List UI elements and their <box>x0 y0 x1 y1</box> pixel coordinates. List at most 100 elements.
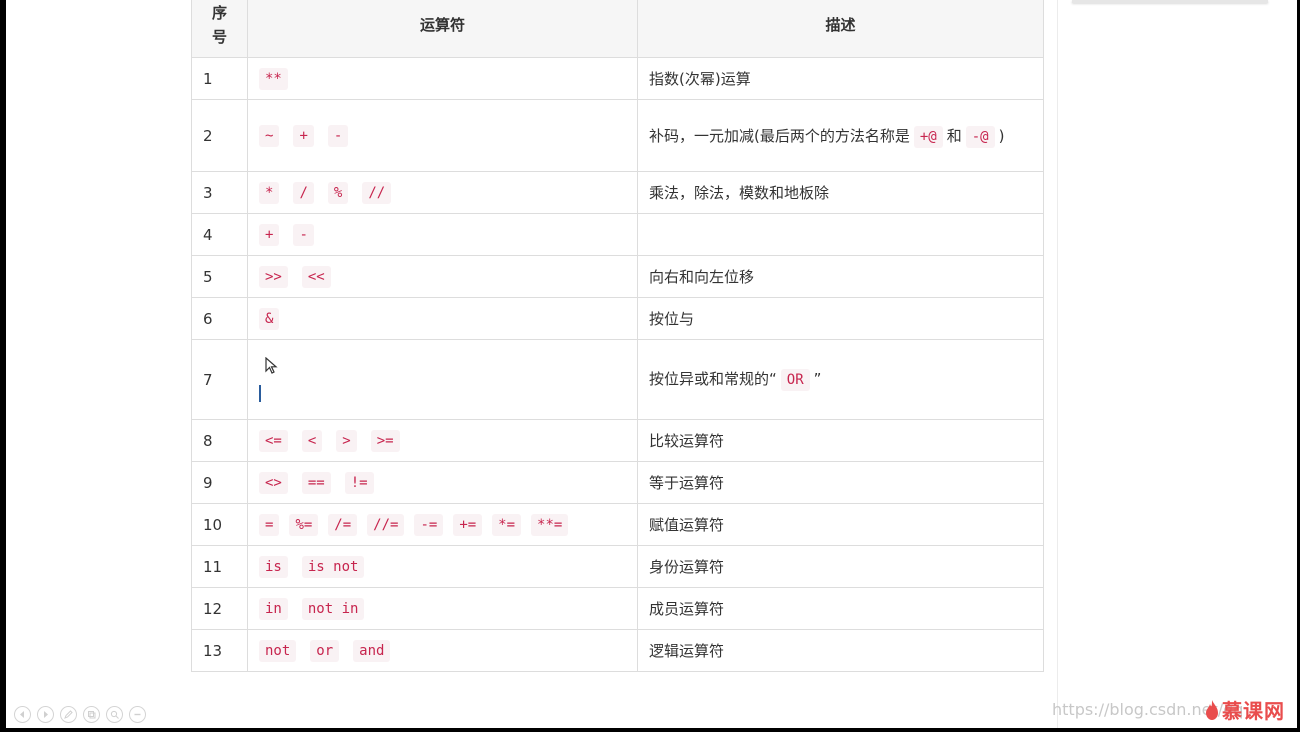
operator-code: *= <box>492 513 522 536</box>
header-operator: 运算符 <box>247 0 638 58</box>
operator-code: not <box>259 639 297 662</box>
operator-code: = <box>259 513 280 536</box>
operator-code: <> <box>259 471 288 494</box>
operator-precedence-table: 序 号 运算符 描述 1 ** 指数(次幂)运算 2 ~ + - 补码，一元加减… <box>191 0 1044 672</box>
table-row: 2 ~ + - 补码，一元加减(最后两个的方法名称是 +@ 和 -@) <box>191 99 1044 172</box>
row-description: 补码，一元加减(最后两个的方法名称是 +@ 和 -@) <box>637 99 1044 172</box>
inline-code: -@ <box>965 125 995 148</box>
table-row: 11 is is not 身份运算符 <box>191 545 1044 588</box>
row-index: 7 <box>191 339 248 420</box>
table-row: 13 not or and 逻辑运算符 <box>191 629 1044 672</box>
operator-code: < <box>301 429 323 452</box>
operator-code: **= <box>531 513 569 536</box>
table-row: 6 & 按位与 <box>191 297 1044 340</box>
row-operators: >> << <box>247 255 638 298</box>
row-index: 12 <box>191 587 248 630</box>
row-description: 比较运算符 <box>637 419 1044 462</box>
side-panel-edge <box>1072 0 1268 3</box>
row-description: 成员运算符 <box>637 587 1044 630</box>
row-index: 8 <box>191 419 248 462</box>
operator-code: ** <box>259 67 288 90</box>
row-description <box>637 213 1044 256</box>
table-row: 10 = %= /= //= -= += *= **= 赋值运算符 <box>191 503 1044 546</box>
play-icon[interactable] <box>37 706 54 723</box>
row-operators: = %= /= //= -= += *= **= <box>247 503 638 546</box>
row-operators: <= < > >= <box>247 419 638 462</box>
operator-code: >= <box>370 429 400 452</box>
mouse-pointer-icon <box>265 357 278 374</box>
slide-screen: 序 号 运算符 描述 1 ** 指数(次幂)运算 2 ~ + - 补码，一元加减… <box>6 0 1297 728</box>
table-row: 5 >> << 向右和向左位移 <box>191 255 1044 298</box>
operator-code: <= <box>259 429 288 452</box>
operator-code: * <box>259 181 280 204</box>
table-row: 8 <= < > >= 比较运算符 <box>191 419 1044 462</box>
table-row: 12 in not in 成员运算符 <box>191 587 1044 630</box>
row-operators <box>247 339 638 420</box>
row-description: 向右和向左位移 <box>637 255 1044 298</box>
row-description: 等于运算符 <box>637 461 1044 504</box>
row-description: 赋值运算符 <box>637 503 1044 546</box>
prev-icon[interactable] <box>14 706 31 723</box>
zoom-icon[interactable] <box>106 706 123 723</box>
operator-code: in <box>259 597 288 620</box>
operator-code: & <box>259 307 280 330</box>
operator-code: /= <box>328 513 358 536</box>
operator-code: or <box>310 639 340 662</box>
inline-code: +@ <box>913 125 943 148</box>
operator-code: != <box>344 471 374 494</box>
more-icon[interactable] <box>129 706 146 723</box>
row-index: 13 <box>191 629 248 672</box>
row-index: 3 <box>191 171 248 214</box>
operator-code: not in <box>301 597 365 620</box>
inline-code: OR <box>780 369 810 391</box>
row-operators: is is not <box>247 545 638 588</box>
page-divider <box>1057 0 1058 728</box>
row-index: 1 <box>191 57 248 100</box>
operator-code: is not <box>301 555 365 578</box>
operator-code: == <box>301 471 331 494</box>
operator-code: - <box>327 124 349 147</box>
table-header-row: 序 号 运算符 描述 <box>191 0 1044 58</box>
slide-player-controls <box>14 706 146 726</box>
row-description: 按位异或和常规的“ OR” <box>637 339 1044 420</box>
row-operators: + - <box>247 213 638 256</box>
row-index: 4 <box>191 213 248 256</box>
operator-code: / <box>293 181 314 204</box>
operator-code: // <box>362 181 392 204</box>
operator-code: + <box>259 223 280 246</box>
row-index: 2 <box>191 99 248 172</box>
pen-icon[interactable] <box>60 706 77 723</box>
row-index: 9 <box>191 461 248 504</box>
row-description: 指数(次幂)运算 <box>637 57 1044 100</box>
table-row: 9 <> == != 等于运算符 <box>191 461 1044 504</box>
header-description: 描述 <box>637 0 1044 58</box>
table-row: 4 + - <box>191 213 1044 256</box>
operator-code: //= <box>367 513 405 536</box>
row-operators: not or and <box>247 629 638 672</box>
row-operators: * /% // <box>247 171 638 214</box>
table-row: 7 按位异或和常规的“ OR” <box>191 339 1044 420</box>
table-row: 1 ** 指数(次幂)运算 <box>191 57 1044 100</box>
row-index: 11 <box>191 545 248 588</box>
operator-code: ~ <box>259 124 280 147</box>
row-operators: & <box>247 297 638 340</box>
logo-text: 慕课网 <box>1222 699 1285 723</box>
row-index: 10 <box>191 503 248 546</box>
operator-code: and <box>353 639 391 662</box>
row-operators: <> == != <box>247 461 638 504</box>
operator-code: >> <box>259 265 288 288</box>
row-operators: ~ + - <box>247 99 638 172</box>
row-operators: ** <box>247 57 638 100</box>
row-operators: in not in <box>247 587 638 630</box>
operator-code: + <box>293 124 314 147</box>
operator-code: += <box>453 513 483 536</box>
operator-code: %= <box>289 513 319 536</box>
row-description: 身份运算符 <box>637 545 1044 588</box>
row-index: 5 <box>191 255 248 298</box>
text-cursor <box>259 385 261 402</box>
operator-code: << <box>301 265 331 288</box>
imooc-logo: 慕课网 <box>1204 695 1285 724</box>
row-description: 乘法，除法，模数和地板除 <box>637 171 1044 214</box>
operator-code: -= <box>414 513 444 536</box>
copy-icon[interactable] <box>83 706 100 723</box>
